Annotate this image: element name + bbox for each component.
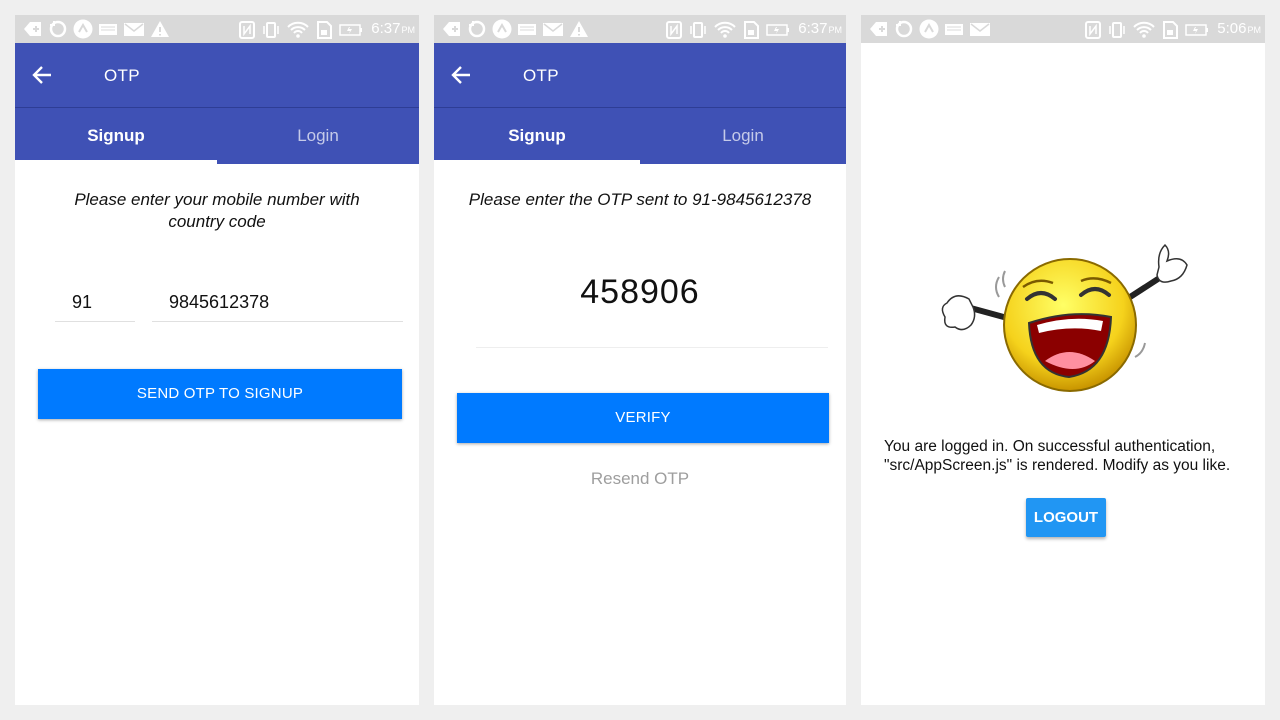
tab-bar: Signup Login (434, 108, 846, 164)
wifi-icon (713, 20, 737, 40)
tab-signup[interactable]: Signup (15, 108, 217, 164)
status-time: 6:37 (371, 20, 401, 37)
add-notification-icon (442, 19, 462, 39)
tab-bar: Signup Login (15, 108, 419, 164)
resend-otp-link[interactable]: Resend OTP (434, 469, 846, 489)
warning-icon (569, 19, 589, 39)
status-bar: 6:37PM (15, 15, 419, 43)
logged-in-message: You are logged in. On successful authent… (884, 437, 1255, 475)
tab-signup[interactable]: Signup (434, 108, 640, 164)
instruction-text: Please enter your mobile number with cou… (15, 189, 419, 233)
nfc-icon (665, 20, 683, 40)
signup-phone-screen: 6:37PM OTP Signup Login Please enter you… (15, 15, 419, 705)
otp-input[interactable]: 458906 (434, 273, 846, 312)
wifi-icon (286, 20, 310, 40)
page-title: OTP (104, 66, 140, 85)
sync-icon (467, 19, 487, 39)
keyboard-icon (944, 19, 964, 39)
tab-login[interactable]: Login (640, 108, 846, 164)
message-line-2: "src/AppScreen.js" is rendered. Modify a… (884, 457, 1231, 474)
mail-icon (969, 19, 991, 39)
back-arrow-icon[interactable] (31, 64, 53, 86)
keyboard-icon (98, 19, 118, 39)
instruction-line-2: country code (168, 212, 266, 231)
verify-button[interactable]: VERIFY (457, 393, 829, 443)
instruction-text: Please enter the OTP sent to 91-98456123… (468, 190, 812, 209)
vibrate-icon (688, 20, 708, 40)
add-notification-icon (869, 19, 889, 39)
add-notification-icon (23, 19, 43, 39)
app-bar: OTP (15, 43, 419, 107)
app-icon (492, 19, 512, 39)
tab-login[interactable]: Login (217, 108, 419, 164)
back-arrow-icon[interactable] (450, 64, 472, 86)
verify-otp-screen: 6:37PM OTP Signup Login Please enter the… (434, 15, 846, 705)
phone-number-input[interactable]: 9845612378 (152, 282, 403, 322)
sim-icon (742, 20, 760, 40)
page-title: OTP (523, 66, 559, 85)
status-time: 6:37 (798, 20, 828, 37)
vibrate-icon (261, 20, 281, 40)
sync-icon (894, 19, 914, 39)
battery-icon (765, 20, 791, 40)
battery-icon (1184, 20, 1210, 40)
status-bar: 5:06PM (861, 15, 1265, 43)
instruction-line-1: Please enter your mobile number with (74, 190, 360, 209)
mail-icon (123, 19, 145, 39)
warning-icon (150, 19, 170, 39)
app-bar: OTP (434, 43, 846, 107)
status-ampm: PM (1247, 25, 1262, 35)
status-bar: 6:37PM (434, 15, 846, 43)
tab-indicator (15, 160, 217, 164)
otp-underline (476, 347, 828, 348)
message-line-1: You are logged in. On successful authent… (884, 438, 1216, 455)
status-time: 5:06 (1217, 20, 1247, 37)
keyboard-icon (517, 19, 537, 39)
status-ampm: PM (828, 25, 843, 35)
logout-button[interactable]: LOGOUT (1026, 498, 1106, 537)
laughing-emoji-icon (941, 243, 1188, 392)
app-icon (73, 19, 93, 39)
wifi-icon (1132, 20, 1156, 40)
vibrate-icon (1107, 20, 1127, 40)
logged-in-screen: 5:06PM You are logged in. On successful … (861, 15, 1265, 705)
status-ampm: PM (401, 25, 416, 35)
send-otp-button[interactable]: SEND OTP TO SIGNUP (38, 369, 402, 419)
nfc-icon (238, 20, 256, 40)
tab-indicator (434, 160, 640, 164)
app-icon (919, 19, 939, 39)
sync-icon (48, 19, 68, 39)
sim-icon (1161, 20, 1179, 40)
battery-icon (338, 20, 364, 40)
nfc-icon (1084, 20, 1102, 40)
laughing-emoji-image (939, 237, 1193, 397)
sim-icon (315, 20, 333, 40)
country-code-input[interactable]: 91 (55, 282, 135, 322)
mail-icon (542, 19, 564, 39)
